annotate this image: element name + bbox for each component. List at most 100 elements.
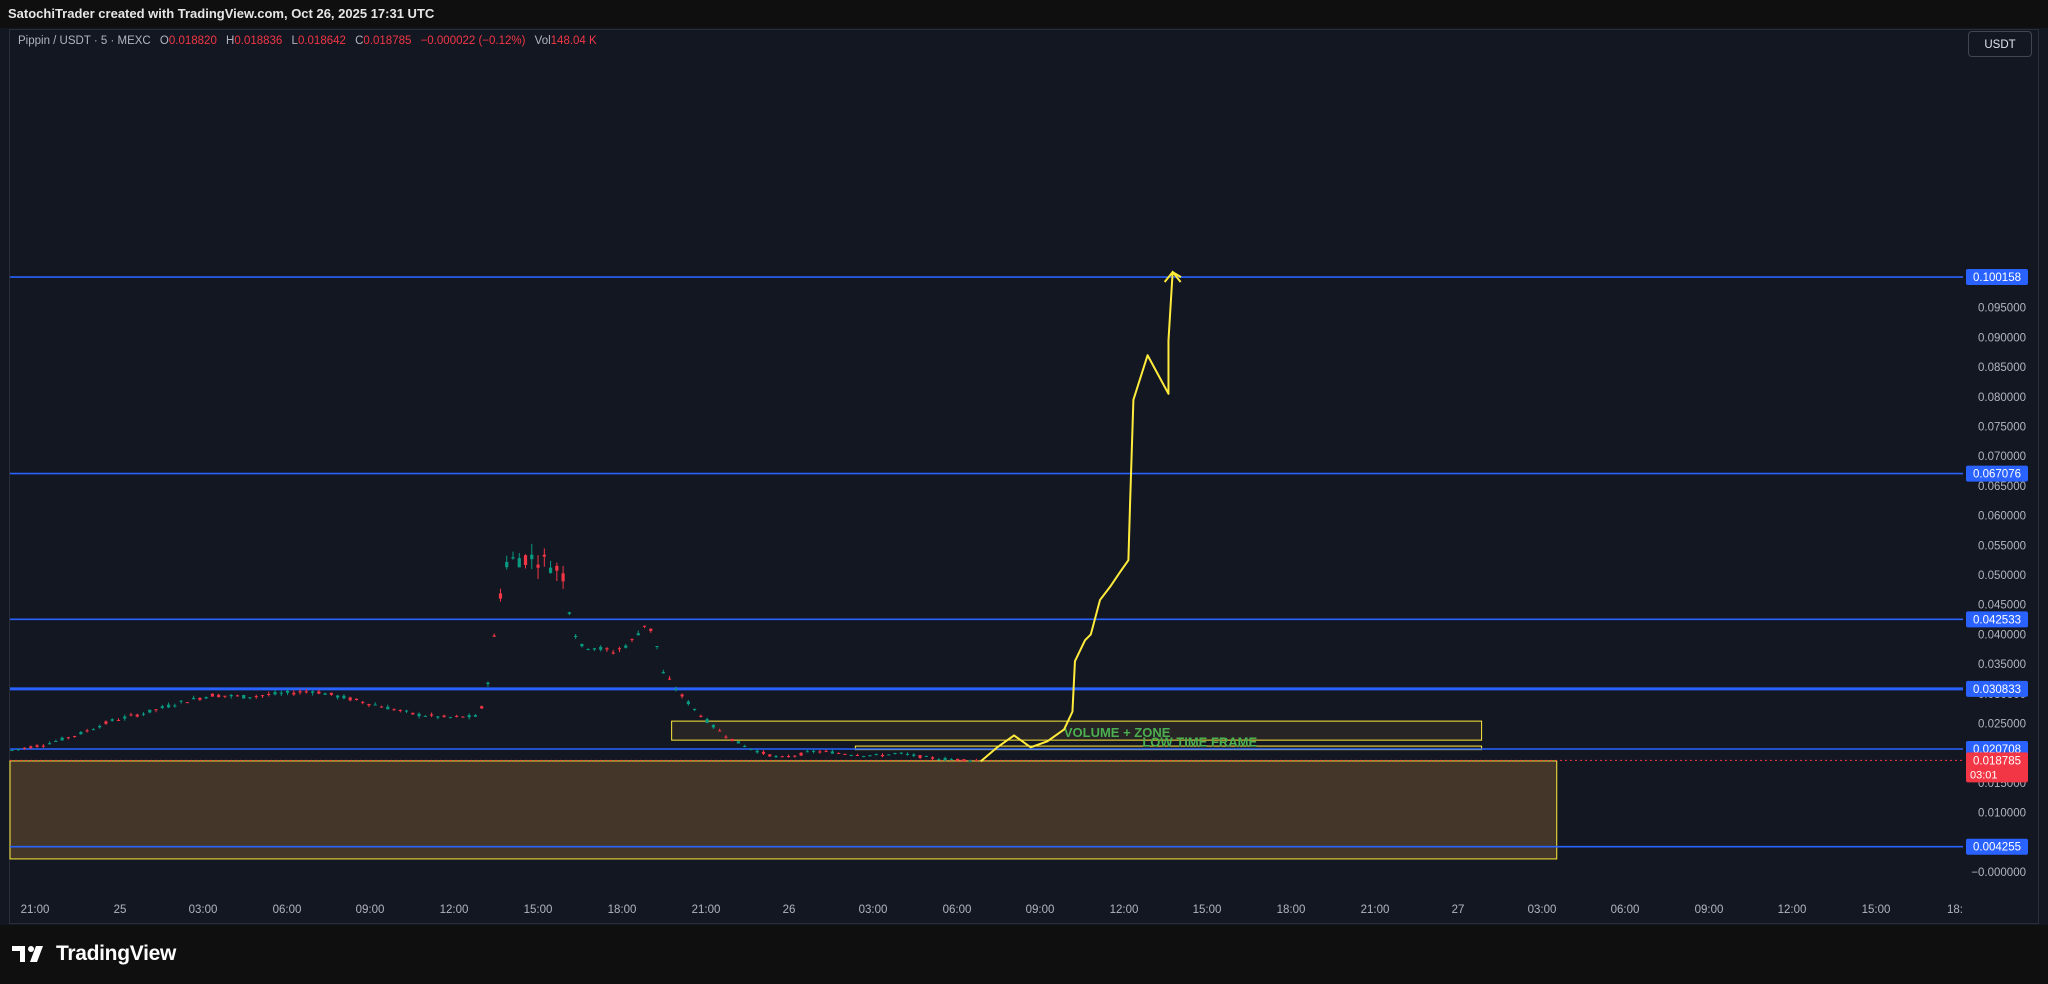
price-chart[interactable]: VOLUME + ZONELOW TIME FRAME 0.0950000.09… [0, 0, 2048, 984]
candle-body [448, 717, 452, 719]
high-value: 0.018836 [234, 35, 283, 47]
candle-body [173, 705, 177, 707]
candle-body [893, 753, 897, 755]
candle-body [229, 694, 233, 697]
footer-bar [0, 925, 2048, 984]
candle-body [887, 754, 891, 756]
candle-body [542, 554, 546, 557]
candle-body [79, 732, 83, 735]
candle-body [780, 756, 784, 758]
candle-body [392, 709, 396, 711]
candle-body [667, 678, 672, 680]
candle-body [711, 724, 715, 728]
tradingview-brand: TradingView [56, 942, 177, 965]
candle-body [354, 698, 359, 701]
candle-body [905, 753, 910, 755]
candle-body [674, 689, 678, 691]
candle-body [680, 694, 684, 697]
y-tick-label: 0.085000 [1978, 362, 2026, 374]
candle-body [824, 750, 828, 752]
candle-body [166, 704, 171, 708]
volume-value: 148.04 K [550, 35, 597, 47]
open-value: 0.018820 [168, 35, 217, 47]
candle-countdown: 03:01 [1970, 769, 1998, 781]
y-tick-label: 0.070000 [1978, 451, 2026, 463]
candle-body [812, 750, 816, 752]
symbol-name[interactable]: Pippin / USDT · 5 · MEXC [18, 35, 151, 47]
candle-body [686, 701, 690, 705]
candle-body [699, 715, 703, 717]
candle-body [41, 745, 45, 747]
candle-body [60, 737, 64, 741]
y-tick-label: 0.035000 [1978, 659, 2026, 671]
candle-body [154, 709, 158, 711]
x-tick-label: 18:00 [1277, 904, 1306, 916]
candle-body [580, 643, 584, 647]
candle-body [141, 713, 146, 715]
candle-body [530, 554, 534, 560]
candle-body [254, 696, 258, 698]
candle-body [342, 695, 346, 699]
candle-body [104, 721, 108, 724]
candle-body [843, 753, 847, 755]
candle-body [361, 701, 365, 703]
candle-body [279, 692, 283, 694]
candle-body [223, 695, 227, 697]
candle-body [768, 754, 772, 757]
candle-body [912, 754, 916, 756]
candle-body [974, 760, 979, 762]
x-tick-label: 15:00 [1193, 904, 1222, 916]
candle-body [367, 703, 371, 706]
candle-body [304, 691, 308, 693]
zone-2[interactable] [9, 760, 1558, 860]
candle-body [937, 759, 941, 761]
y-tick-label: 0.025000 [1978, 719, 2026, 731]
candle-body [66, 737, 70, 739]
candle-body [467, 715, 471, 718]
candle-body [755, 750, 759, 753]
low-value: 0.018642 [297, 35, 346, 47]
candle-body [574, 635, 578, 638]
candle-body [874, 754, 878, 756]
candle-body [185, 702, 189, 704]
candle-body [129, 714, 133, 716]
candle-body [267, 694, 271, 696]
y-tick-label: 0.090000 [1978, 332, 2026, 344]
candle-body [868, 755, 872, 757]
y-tick-label: 0.095000 [1978, 303, 2026, 315]
candle-body [160, 706, 164, 708]
candle-body [899, 752, 903, 754]
x-tick-label: 21:00 [1361, 904, 1390, 916]
x-tick-label: 12:00 [1110, 904, 1139, 916]
change-value: −0.000022 (−0.12%) [420, 35, 526, 47]
candle-body [373, 704, 377, 706]
y-tick-label: −0.000000 [1971, 867, 2026, 879]
candle-body [10, 750, 14, 752]
x-tick-label: 06:00 [1611, 904, 1640, 916]
x-tick-label: 12:00 [440, 904, 469, 916]
zone-label-1: LOW TIME FRAME [1142, 735, 1257, 750]
x-tick-label: 27 [1452, 904, 1465, 916]
candle-body [192, 697, 196, 700]
candle-body [411, 712, 415, 715]
y-tick-label: 0.040000 [1978, 629, 2026, 641]
candle-body [110, 719, 114, 721]
candle-body [317, 691, 321, 694]
candle-body [398, 709, 402, 711]
candle-body [956, 758, 960, 761]
candle-body [880, 754, 885, 757]
y-tick-label: 0.080000 [1978, 392, 2026, 404]
tradingview-logo[interactable]: TradingView [12, 941, 176, 967]
level-tag-label: 0.030833 [1973, 684, 2021, 696]
currency-button[interactable]: USDT [1968, 31, 2032, 57]
candle-body [436, 716, 440, 718]
candle-body [210, 693, 214, 697]
candle-body [805, 751, 809, 753]
current-price-label: 0.018785 [1973, 755, 2021, 767]
candle-body [599, 646, 603, 650]
candle-body [786, 755, 791, 758]
candle-body [930, 757, 935, 759]
candle-body [548, 567, 553, 574]
candle-body [705, 719, 709, 723]
candle-body [630, 639, 634, 641]
